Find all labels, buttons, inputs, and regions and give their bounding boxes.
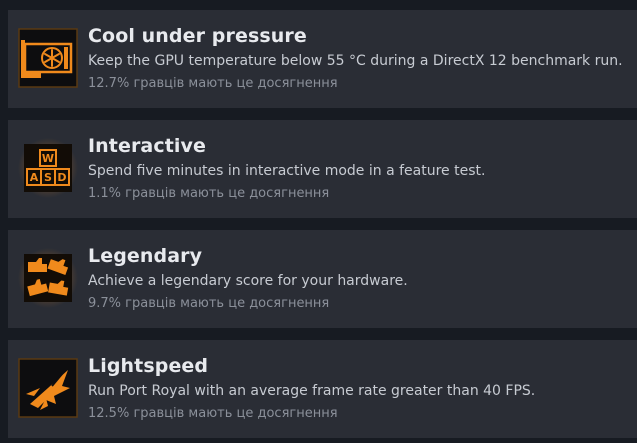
achievement-row-interactive[interactable]: W A S D Interactive Spend five minutes i… [8, 120, 637, 218]
achievement-list: Cool under pressure Keep the GPU tempera… [0, 0, 637, 443]
unlock-percent: 12.7% [88, 76, 130, 91]
svg-text:S: S [44, 171, 52, 184]
achievement-row-lightspeed[interactable]: Lightspeed Run Port Royal with an averag… [8, 340, 637, 438]
achievement-description: Spend five minutes in interactive mode i… [88, 163, 486, 179]
achievement-description: Achieve a legendary score for your hardw… [88, 273, 408, 289]
svg-text:A: A [30, 171, 39, 184]
achievement-title: Lightspeed [88, 355, 209, 377]
unlock-percent-suffix: гравців мають це досягнення [125, 296, 330, 311]
achievement-description: Keep the GPU temperature below 55 °C dur… [88, 53, 623, 69]
achievement-unlock-rate: 1.1% гравців мають це досягнення [88, 186, 329, 201]
unlock-percent: 1.1% [88, 186, 122, 201]
gpu-snowflake-icon [18, 28, 78, 88]
achievement-row-cool-under-pressure[interactable]: Cool under pressure Keep the GPU tempera… [8, 10, 637, 108]
unlock-percent: 9.7% [88, 296, 122, 311]
achievement-title: Interactive [88, 135, 206, 157]
svg-text:W: W [42, 152, 54, 165]
unlock-percent-suffix: гравців мають це досягнення [133, 76, 338, 91]
achievement-unlock-rate: 12.5% гравців мають це досягнення [88, 406, 338, 421]
wasd-keys-icon: W A S D [18, 138, 78, 198]
unlock-percent-suffix: гравців мають це досягнення [133, 406, 338, 421]
achievement-unlock-rate: 9.7% гравців мають це досягнення [88, 296, 329, 311]
achievement-title: Cool under pressure [88, 25, 307, 47]
achievement-row-legendary[interactable]: Legendary Achieve a legendary score for … [8, 230, 637, 328]
achievement-unlock-rate: 12.7% гравців мають це досягнення [88, 76, 338, 91]
spaceship-icon [18, 358, 78, 418]
achievement-title: Legendary [88, 245, 203, 267]
achievement-description: Run Port Royal with an average frame rat… [88, 383, 536, 399]
unlock-percent: 12.5% [88, 406, 130, 421]
thumbs-up-hands-icon [18, 248, 78, 308]
svg-text:D: D [57, 171, 66, 184]
unlock-percent-suffix: гравців мають це досягнення [125, 186, 330, 201]
